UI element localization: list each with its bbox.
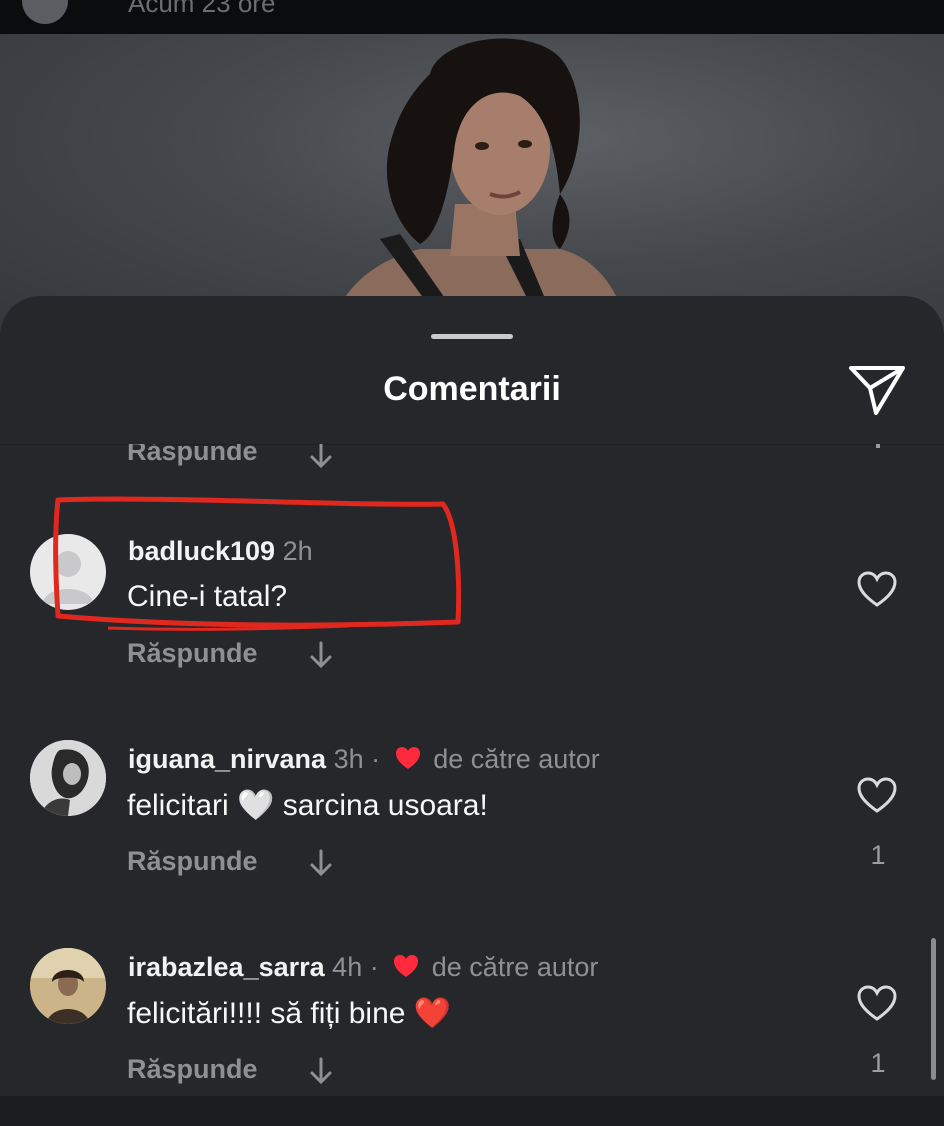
meta-separator: · <box>369 952 379 982</box>
arrow-down-icon[interactable] <box>309 1056 333 1086</box>
comment-username[interactable]: irabazlea_sarra <box>128 952 325 982</box>
comment-item: irabazlea_sarra 4h · de către autor feli… <box>0 946 944 1126</box>
comment-text: felicitări!!!! să fiți bine ❤️ <box>127 997 452 1030</box>
author-like-note: de către autor <box>431 952 599 982</box>
avatar[interactable] <box>30 534 106 610</box>
avatar[interactable] <box>30 740 106 816</box>
scrollbar[interactable] <box>931 938 936 1080</box>
comment-item: iguana_nirvana 3h · de către autor felic… <box>0 738 944 918</box>
comment-time: 3h <box>333 744 364 774</box>
send-icon[interactable] <box>846 362 908 418</box>
like-count: 1 <box>870 840 886 870</box>
arrow-down-icon[interactable] <box>309 440 333 470</box>
comment-username[interactable]: badluck109 <box>128 536 275 566</box>
comment-text: Cine-i tatal? <box>127 580 288 613</box>
reply-button[interactable]: Răspunde <box>127 638 258 669</box>
arrow-down-icon[interactable] <box>309 640 333 670</box>
comment-time: 4h <box>332 952 363 982</box>
top-bar: Acum 23 ore <box>0 0 944 34</box>
author-liked-heart-icon <box>395 747 420 769</box>
user-photo-icon <box>30 948 106 1024</box>
comment-meta: irabazlea_sarra 4h · de către autor <box>128 952 598 983</box>
comment-item: badluck109 2h Cine-i tatal? Răspunde <box>0 530 944 710</box>
like-heart-icon[interactable] <box>856 776 898 814</box>
reply-button[interactable]: Răspunde <box>127 846 258 877</box>
sheet-title: Comentarii <box>383 370 561 408</box>
like-heart-icon[interactable] <box>856 570 898 608</box>
author-liked-heart-icon <box>394 955 419 977</box>
default-avatar-icon <box>42 551 94 604</box>
comment-meta: iguana_nirvana 3h · de către autor <box>128 744 600 775</box>
author-like-note: de către autor <box>433 744 600 774</box>
post-time: Acum 23 ore <box>128 0 276 18</box>
reply-button[interactable]: Răspunde <box>127 1054 258 1085</box>
comment-username[interactable]: iguana_nirvana <box>128 744 326 774</box>
comment-time: 2h <box>282 536 313 566</box>
arrow-down-icon[interactable] <box>309 848 333 878</box>
meta-separator: · <box>371 744 381 774</box>
avatar[interactable] <box>30 948 106 1024</box>
post-photo <box>0 34 944 334</box>
sheet-drag-handle[interactable] <box>431 334 513 339</box>
user-photo-icon <box>30 740 106 816</box>
like-count: 1 <box>870 1048 886 1078</box>
comment-text: felicitari 🤍 sarcina usoara! <box>127 789 488 822</box>
comment-meta: badluck109 2h <box>128 536 313 567</box>
post-author-avatar[interactable] <box>22 0 68 24</box>
like-heart-icon[interactable] <box>856 984 898 1022</box>
